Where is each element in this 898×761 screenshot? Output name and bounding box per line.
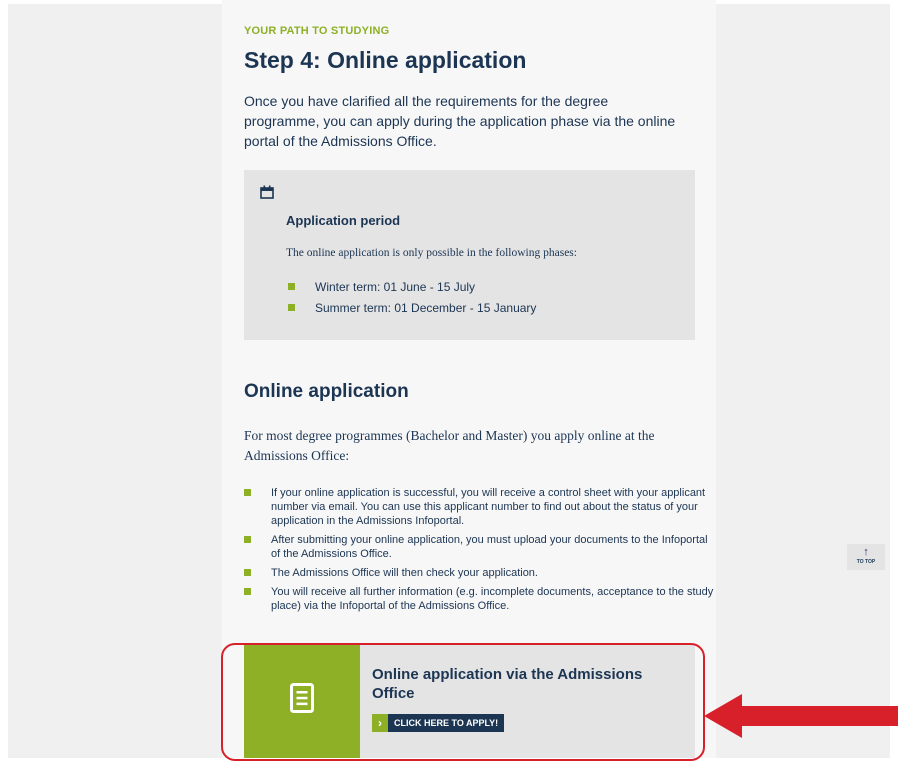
list-item: If your online application is successful… bbox=[244, 486, 714, 528]
bullet-square-icon bbox=[244, 536, 251, 543]
list-item: The Admissions Office will then check yo… bbox=[244, 566, 714, 580]
application-period-text: The online application is only possible … bbox=[286, 247, 577, 259]
arrow-up-icon: ↑ bbox=[863, 546, 869, 558]
bullet-square-icon bbox=[244, 588, 251, 595]
list-item: Summer term: 01 December - 15 January bbox=[286, 301, 536, 322]
online-application-paragraph: For most degree programmes (Bachelor and… bbox=[244, 428, 655, 463]
intro-text: Once you have clarified all the requirem… bbox=[244, 93, 676, 149]
calendar-icon bbox=[260, 185, 274, 199]
bullet-square-icon bbox=[288, 304, 295, 311]
list-item: After submitting your online application… bbox=[244, 533, 714, 561]
bullet-square-icon bbox=[288, 283, 295, 290]
application-period-title: Application period bbox=[286, 213, 401, 228]
red-arrow-icon bbox=[704, 694, 898, 738]
bullet-square-icon bbox=[244, 489, 251, 496]
highlight-outline bbox=[221, 643, 705, 761]
application-period-box: Application period The online applicatio… bbox=[244, 170, 695, 340]
page-title: Step 4: Online application bbox=[244, 47, 527, 73]
to-top-label: TO TOP bbox=[856, 559, 876, 565]
bullet-square-icon bbox=[244, 569, 251, 576]
list-item: You will receive all further information… bbox=[244, 585, 714, 613]
online-application-heading: Online application bbox=[244, 381, 409, 402]
online-application-bullets: If your online application is successful… bbox=[244, 486, 714, 618]
list-item: Winter term: 01 June - 15 July bbox=[286, 280, 536, 301]
to-top-button[interactable]: ↑ TO TOP bbox=[847, 544, 885, 570]
application-period-list: Winter term: 01 June - 15 July Summer te… bbox=[286, 280, 536, 322]
section-eyebrow: YOUR PATH TO STUDYING bbox=[244, 25, 390, 37]
